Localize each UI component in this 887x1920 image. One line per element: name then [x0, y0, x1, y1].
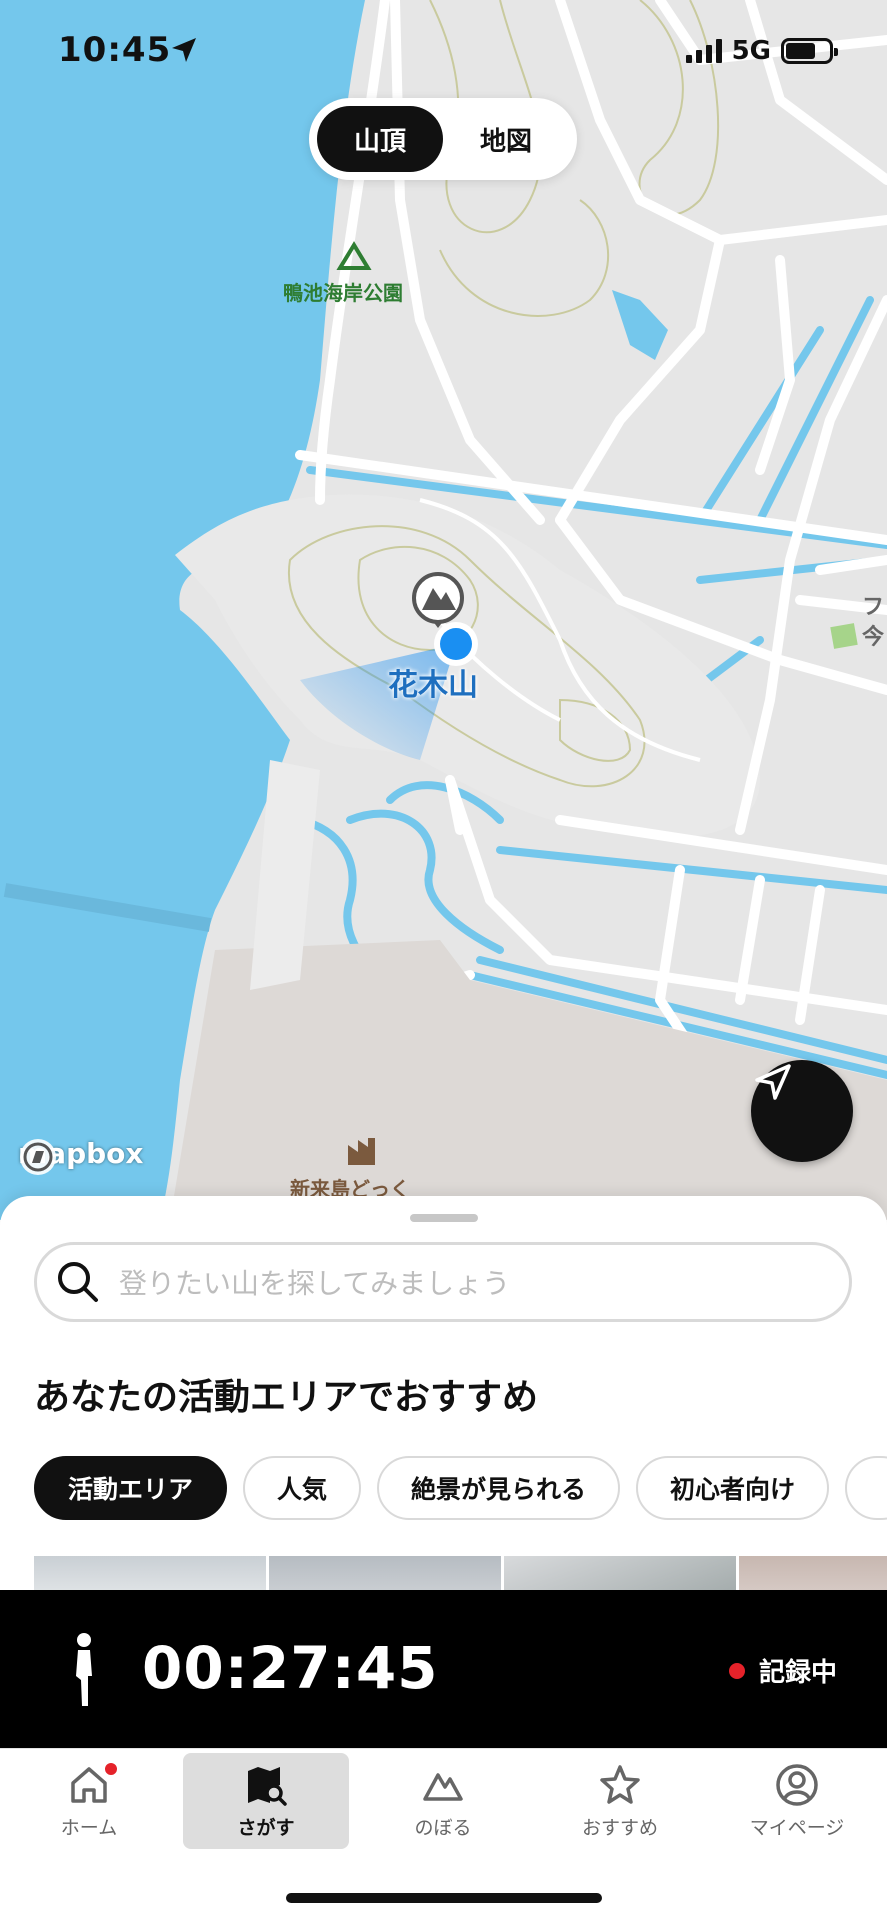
search-field[interactable]: 登りたい山を探してみましょう — [34, 1242, 852, 1322]
filter-chips: 活動エリア 人気 絶景が見られる 初心者向け — [34, 1456, 887, 1520]
peak-label[interactable]: 花木山 — [388, 660, 478, 704]
sheet-handle[interactable] — [410, 1214, 478, 1222]
status-indicators: 5G — [685, 36, 838, 66]
map-canvas — [0, 0, 887, 1220]
search-placeholder: 登りたい山を探してみましょう — [119, 1267, 511, 1300]
tab-mypage[interactable]: マイページ — [714, 1753, 880, 1849]
toggle-peak[interactable]: 山頂 — [317, 106, 443, 172]
mountain-icon — [423, 1772, 463, 1801]
tab-label: マイページ — [749, 1816, 845, 1839]
edge-label: ファ 今 — [862, 593, 887, 653]
recording-dot-icon — [728, 1662, 745, 1679]
network-type: 5G — [731, 36, 771, 66]
tab-label: のぼる — [414, 1816, 472, 1839]
search-icon — [58, 1262, 98, 1302]
edge-label-top: ファ — [862, 595, 887, 620]
battery-icon — [781, 38, 838, 64]
tab-recommend[interactable]: おすすめ — [537, 1753, 703, 1849]
location-arrow-icon — [172, 38, 196, 62]
notification-badge — [103, 1760, 119, 1777]
chip-scenic[interactable]: 絶景が見られる — [377, 1456, 621, 1520]
profile-icon — [776, 1763, 818, 1806]
tab-climb[interactable]: のぼる — [360, 1753, 526, 1849]
home-indicator — [286, 1893, 602, 1903]
locate-button[interactable] — [751, 1060, 853, 1162]
mapbox-attribution[interactable]: mapbox — [18, 1137, 143, 1175]
chip-activity-area[interactable]: 活動エリア — [34, 1456, 228, 1520]
navigation-arrow-icon — [755, 1064, 791, 1100]
mapbox-logo-icon — [20, 1139, 56, 1175]
star-icon — [600, 1764, 640, 1804]
tab-label: さがす — [237, 1816, 295, 1839]
map-view[interactable]: 10:45 5G 山頂 地図 鴨池海岸公園 花木山 新来島どっく ファ 今 ma… — [0, 0, 887, 1220]
section-title: あなたの活動エリアでおすすめ — [34, 1377, 539, 1418]
recording-status: 記録中 — [728, 1652, 837, 1689]
tab-search[interactable]: さがす — [183, 1753, 349, 1849]
park-label[interactable]: 鴨池海岸公園 — [283, 277, 403, 306]
recording-bar[interactable]: 00:27:45 記録中 — [0, 1590, 887, 1748]
chip-popular[interactable]: 人気 — [243, 1456, 362, 1520]
bottom-sheet: 登りたい山を探してみましょう あなたの活動エリアでおすすめ 活動エリア 人気 絶… — [0, 1196, 887, 1596]
chip-more[interactable] — [845, 1456, 887, 1520]
view-toggle: 山頂 地図 — [309, 98, 577, 180]
walking-person-icon — [76, 1633, 92, 1706]
tab-label: おすすめ — [581, 1816, 658, 1839]
elapsed-time: 00:27:45 — [142, 1634, 439, 1702]
map-search-icon — [248, 1766, 287, 1806]
toggle-map[interactable]: 地図 — [443, 106, 569, 172]
edge-label-bottom: 今 — [862, 625, 885, 650]
signal-icon — [685, 39, 722, 63]
status-time: 10:45 — [58, 30, 172, 70]
tab-home[interactable]: ホーム — [6, 1753, 172, 1849]
tab-label: ホーム — [60, 1816, 118, 1839]
chip-beginner[interactable]: 初心者向け — [636, 1456, 830, 1520]
recording-status-label: 記録中 — [758, 1658, 837, 1688]
